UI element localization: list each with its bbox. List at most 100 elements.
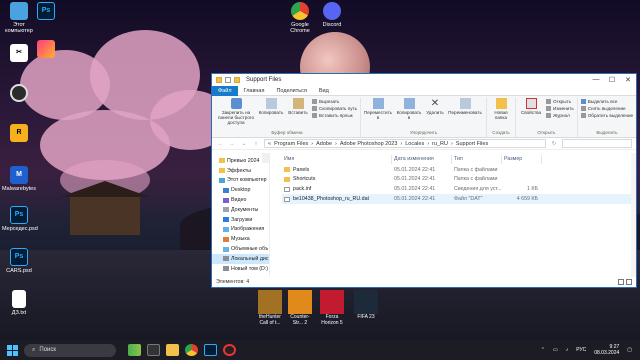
- rename-button[interactable]: Переименовать: [447, 98, 483, 115]
- file-row[interactable]: Shortcuts 05.01.2024 22:41 Папка с файла…: [282, 175, 636, 185]
- new-folder-button[interactable]: Новая папка: [490, 98, 512, 120]
- nav-item[interactable]: Превью 2024: [212, 156, 269, 166]
- task-view-icon[interactable]: [147, 344, 160, 356]
- file-explorer-icon[interactable]: [166, 344, 179, 356]
- nav-item[interactable]: Изображения: [212, 225, 269, 235]
- nav-item[interactable]: Этот компьютер: [212, 176, 269, 186]
- nav-item[interactable]: Объемные объ: [212, 244, 269, 254]
- desktop-icon-psd-cars[interactable]: Ps CARS.psd: [2, 248, 36, 274]
- desktop-icon-txt[interactable]: ДЗ.txt: [2, 290, 36, 316]
- breadcrumb-item[interactable]: Locales: [405, 141, 424, 147]
- refresh-button[interactable]: ↻: [550, 141, 558, 147]
- tab-home[interactable]: Главная: [238, 86, 271, 96]
- chrome-icon[interactable]: [185, 344, 198, 356]
- nav-item[interactable]: Видео: [212, 195, 269, 205]
- move-to-button[interactable]: Переместить в: [364, 98, 392, 120]
- search-input[interactable]: [562, 139, 632, 148]
- paste-button[interactable]: Вставить: [287, 98, 309, 115]
- nav-item[interactable]: Музыка: [212, 234, 269, 244]
- breadcrumb-item[interactable]: Support Files: [456, 141, 488, 147]
- desktop-icon-game-forza[interactable]: Forza Horizon 5: [318, 290, 346, 326]
- open-button[interactable]: Открыть: [546, 98, 574, 105]
- desktop-icon-game-fifa[interactable]: FIFA 23: [352, 290, 380, 321]
- pin-button[interactable]: Закрепить на панели быстрого доступа: [217, 98, 255, 125]
- explorer-window: Support Files — ☐ ✕ Файл Главная Поделит…: [211, 73, 637, 288]
- notifications-icon[interactable]: ▢: [627, 347, 632, 353]
- taskbar-search[interactable]: ⌕ Поиск: [24, 343, 116, 357]
- obs-icon[interactable]: [223, 344, 236, 356]
- column-header-date[interactable]: Дата изменения: [392, 155, 452, 165]
- breadcrumb[interactable]: « Program Files › Adobe › Adobe Photoshop …: [264, 139, 546, 148]
- column-header-name[interactable]: Имя: [282, 155, 392, 165]
- group-label: Открыть: [537, 130, 556, 135]
- minimize-button[interactable]: —: [588, 76, 604, 84]
- desktop-icon-app[interactable]: [29, 40, 63, 60]
- details-view-icon[interactable]: [618, 279, 624, 285]
- nav-item[interactable]: Новый том (D:): [212, 264, 269, 274]
- column-header-type[interactable]: Тип: [452, 155, 502, 165]
- back-button[interactable]: ←: [216, 141, 224, 147]
- breadcrumb-item[interactable]: Adobe Photoshop 2023: [340, 141, 398, 147]
- journal-button[interactable]: Журнал: [546, 112, 574, 119]
- desktop-icon-psd-mercedes[interactable]: Ps Мерседес.psd: [2, 206, 38, 232]
- desktop-icon-obs[interactable]: [2, 84, 36, 104]
- copy-button[interactable]: Копировать: [258, 98, 284, 115]
- breadcrumb-item[interactable]: Adobe: [316, 141, 332, 147]
- copy-path-button[interactable]: Скопировать путь: [312, 105, 357, 112]
- desktop-icon-game-thehunter[interactable]: theHunter Call of t...: [256, 290, 284, 326]
- nav-item-label: Видео: [231, 197, 247, 204]
- delete-button[interactable]: ✕ Удалить: [426, 98, 444, 115]
- checkbox-icon[interactable]: [225, 77, 231, 83]
- nav-item[interactable]: Desktop: [212, 185, 269, 195]
- clock[interactable]: 9:27 08.03.2024: [594, 344, 619, 356]
- desktop-icon-chrome[interactable]: Google Chrome: [283, 2, 317, 34]
- nav-item[interactable]: Документы: [212, 205, 269, 215]
- desktop-icon-photoshop[interactable]: Ps: [29, 2, 63, 22]
- breadcrumb-item[interactable]: Program Files: [274, 141, 308, 147]
- file-list-scrollbar[interactable]: [631, 153, 636, 277]
- desktop-icon-malwarebytes[interactable]: M Malwarebytes: [2, 166, 36, 192]
- tab-file[interactable]: Файл: [212, 85, 238, 96]
- properties-button[interactable]: Свойства: [519, 98, 543, 115]
- txt-icon: [12, 290, 26, 308]
- select-none-button[interactable]: Снять выделение: [580, 105, 633, 112]
- clipboard-small-actions: Вырезать Скопировать путь Вставить ярлык: [312, 98, 357, 119]
- desktop-icon-discord[interactable]: Discord: [315, 2, 349, 28]
- select-all-button[interactable]: Выделить все: [580, 98, 633, 105]
- capcut-icon: ✂: [10, 44, 28, 62]
- start-button[interactable]: [0, 344, 24, 356]
- maximize-button[interactable]: ☐: [604, 76, 620, 84]
- forward-button[interactable]: →: [228, 141, 236, 147]
- column-header-size[interactable]: Размер: [502, 155, 542, 165]
- network-icon[interactable]: ▭: [553, 347, 558, 353]
- paste-shortcut-button[interactable]: Вставить ярлык: [312, 112, 357, 119]
- file-row-hovered[interactable]: be10438_Photoshop_ru_RU.dat 05.01.2024 2…: [282, 194, 636, 204]
- chevron-up-icon[interactable]: ⌃: [541, 347, 545, 353]
- nav-item-selected[interactable]: Локальный дис: [212, 253, 269, 264]
- file-row[interactable]: Panels 05.01.2024 22:41 Папка с файлами: [282, 165, 636, 175]
- save-icon[interactable]: [234, 77, 240, 83]
- nav-item[interactable]: Эффекты: [212, 166, 269, 176]
- tab-share[interactable]: Поделиться: [270, 86, 312, 96]
- photoshop-icon[interactable]: [204, 344, 217, 356]
- close-button[interactable]: ✕: [620, 76, 636, 84]
- language-indicator[interactable]: РУС: [576, 347, 586, 353]
- invert-selection-button[interactable]: Обратить выделение: [580, 112, 633, 119]
- tiles-view-icon[interactable]: [626, 279, 632, 285]
- folder-icon[interactable]: [216, 77, 222, 83]
- file-row[interactable]: pack.inf 05.01.2024 22:41 Сведения для у…: [282, 184, 636, 194]
- volume-icon[interactable]: ♪: [566, 347, 569, 353]
- recent-dropdown-button[interactable]: ⌄: [240, 141, 248, 147]
- ribbon-group-create: Новая папка Создать: [487, 98, 516, 137]
- edit-button[interactable]: Изменить: [546, 105, 574, 112]
- tab-view[interactable]: Вид: [313, 86, 335, 96]
- nav-scrollbar[interactable]: [262, 153, 269, 163]
- up-button[interactable]: ↑: [252, 141, 260, 147]
- breadcrumb-item[interactable]: ru_RU: [432, 141, 448, 147]
- copy-to-button[interactable]: Копировать в: [395, 98, 423, 120]
- desktop-icon-rockstar[interactable]: R: [2, 124, 36, 144]
- desktop-icon-game-cs2[interactable]: Counter-Str... 2: [286, 290, 314, 326]
- cut-button[interactable]: Вырезать: [312, 98, 357, 105]
- nav-item[interactable]: Загрузки: [212, 215, 269, 225]
- widgets-icon[interactable]: [128, 344, 141, 356]
